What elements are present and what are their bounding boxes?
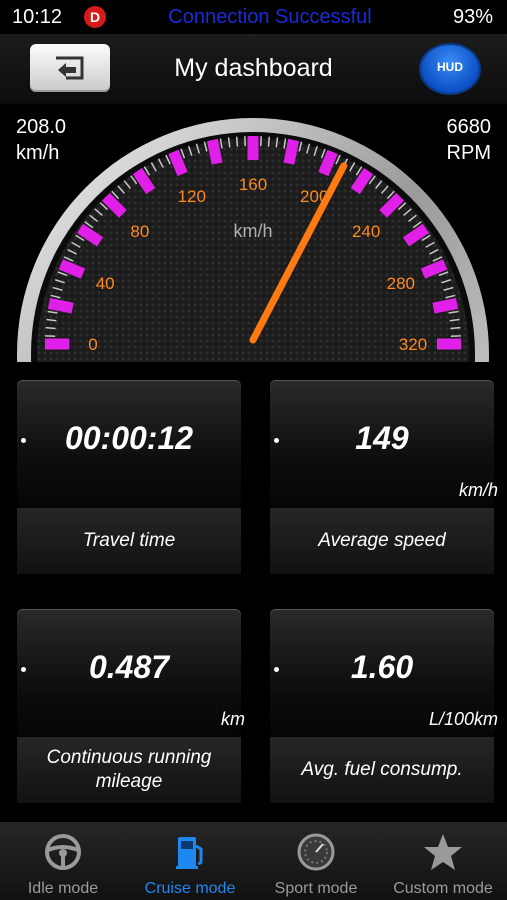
tab-sport-mode-label: Sport mode <box>274 880 358 897</box>
gauge-tick-label: 120 <box>178 187 206 206</box>
tab-custom-mode[interactable]: Custom mode <box>380 822 506 900</box>
status-time: 10:12 <box>12 6 63 28</box>
gauge-tick-label: 240 <box>352 222 380 241</box>
fuel-consumption-label: Avg. fuel consump. <box>301 759 463 780</box>
hud-label: HUD <box>437 60 463 74</box>
average-speed-label: Average speed <box>318 530 446 551</box>
travel-time-label: Travel time <box>82 530 176 551</box>
status-bar: 10:12 D Connection Successful 93% <box>0 0 507 34</box>
gauge-tick-label: 0 <box>88 335 97 354</box>
back-button[interactable] <box>30 44 110 92</box>
header: My dashboard HUD <box>0 34 507 104</box>
fuel-pump-icon <box>176 837 203 869</box>
mileage-label: Continuous running mileage <box>46 747 212 792</box>
travel-time-label-panel: Travel time <box>17 508 241 574</box>
mileage-unit: km <box>221 709 245 729</box>
speedometer-icon <box>297 833 335 871</box>
rpm-unit: RPM <box>446 142 491 164</box>
travel-time-value: 00:00:12 <box>64 420 194 456</box>
gauge-minor-tick <box>267 136 271 147</box>
battery-level: 93% <box>452 6 493 28</box>
gauge-minor-tick <box>45 326 56 330</box>
mileage-label-panel: Continuous running mileage <box>17 737 241 803</box>
d-badge: D <box>84 6 106 28</box>
hud-button[interactable]: HUD <box>421 45 479 93</box>
travel-time-panel: 00:00:12 <box>17 380 241 508</box>
speed-value: 208.0 <box>16 116 67 138</box>
gauge-major-tick <box>207 138 223 165</box>
rpm-readout: 6680 RPM <box>447 114 492 166</box>
steering-wheel-icon <box>45 834 81 870</box>
gauge-major-tick <box>47 298 74 314</box>
average-speed-unit: km/h <box>458 480 498 500</box>
average-speed-card: 149 km/h Average speed <box>270 380 498 574</box>
fuel-consumption-panel: 1.60 L/100km <box>270 609 498 737</box>
mileage-value: 0.487 <box>88 649 170 685</box>
gauge-major-tick <box>283 138 299 165</box>
tab-custom-mode-label: Custom mode <box>393 880 493 897</box>
fuel-consumption-label-panel: Avg. fuel consump. <box>270 737 494 803</box>
star-icon <box>424 834 462 870</box>
fuel-consumption-unit: L/100km <box>428 709 498 729</box>
mileage-card: 0.487 km Continuous running mileage <box>17 609 245 803</box>
tab-cruise-mode-label: Cruise mode <box>144 880 236 897</box>
gauge-tick-label: 160 <box>239 175 267 194</box>
gauge-center-unit: km/h <box>233 221 272 241</box>
mode-tab-bar: Idle mode Cruise mode Sport mode Custom … <box>0 822 507 900</box>
gauge-tick-label: 280 <box>387 274 415 293</box>
fuel-consumption-value: 1.60 <box>350 649 414 685</box>
gauge-tick-label: 80 <box>130 222 149 241</box>
average-speed-value: 149 <box>355 420 409 456</box>
travel-time-card: 00:00:12 Travel time <box>17 380 241 574</box>
tab-idle-mode[interactable]: Idle mode <box>0 822 126 900</box>
average-speed-panel: 149 km/h <box>270 380 498 508</box>
gauge-tick-label: 320 <box>399 335 427 354</box>
connection-status: Connection Successful <box>168 6 372 28</box>
gauge-tick-label: 40 <box>96 274 115 293</box>
gauge-minor-tick <box>235 136 239 147</box>
speedometer-gauge: 0 40 80 120 160 200 240 280 320 km/h 208.0 km/h … <box>0 104 507 362</box>
gauge-minor-tick <box>450 326 461 330</box>
mileage-panel: 0.487 km <box>17 609 245 737</box>
speed-readout: 208.0 km/h <box>16 114 66 166</box>
speed-unit: km/h <box>16 142 60 164</box>
gauge-major-tick <box>432 298 459 314</box>
page-title: My dashboard <box>174 54 333 82</box>
average-speed-label-panel: Average speed <box>270 508 494 574</box>
tab-idle-mode-label: Idle mode <box>27 880 99 897</box>
tab-sport-mode[interactable]: Sport mode <box>253 822 379 900</box>
back-arrow-icon <box>56 56 84 80</box>
tab-cruise-mode[interactable]: Cruise mode <box>127 822 253 900</box>
gauge-dial: 04080120160200240280320 km/h <box>17 118 489 362</box>
fuel-consumption-card: 1.60 L/100km Avg. fuel consump. <box>270 609 498 803</box>
rpm-value: 6680 <box>446 116 492 138</box>
